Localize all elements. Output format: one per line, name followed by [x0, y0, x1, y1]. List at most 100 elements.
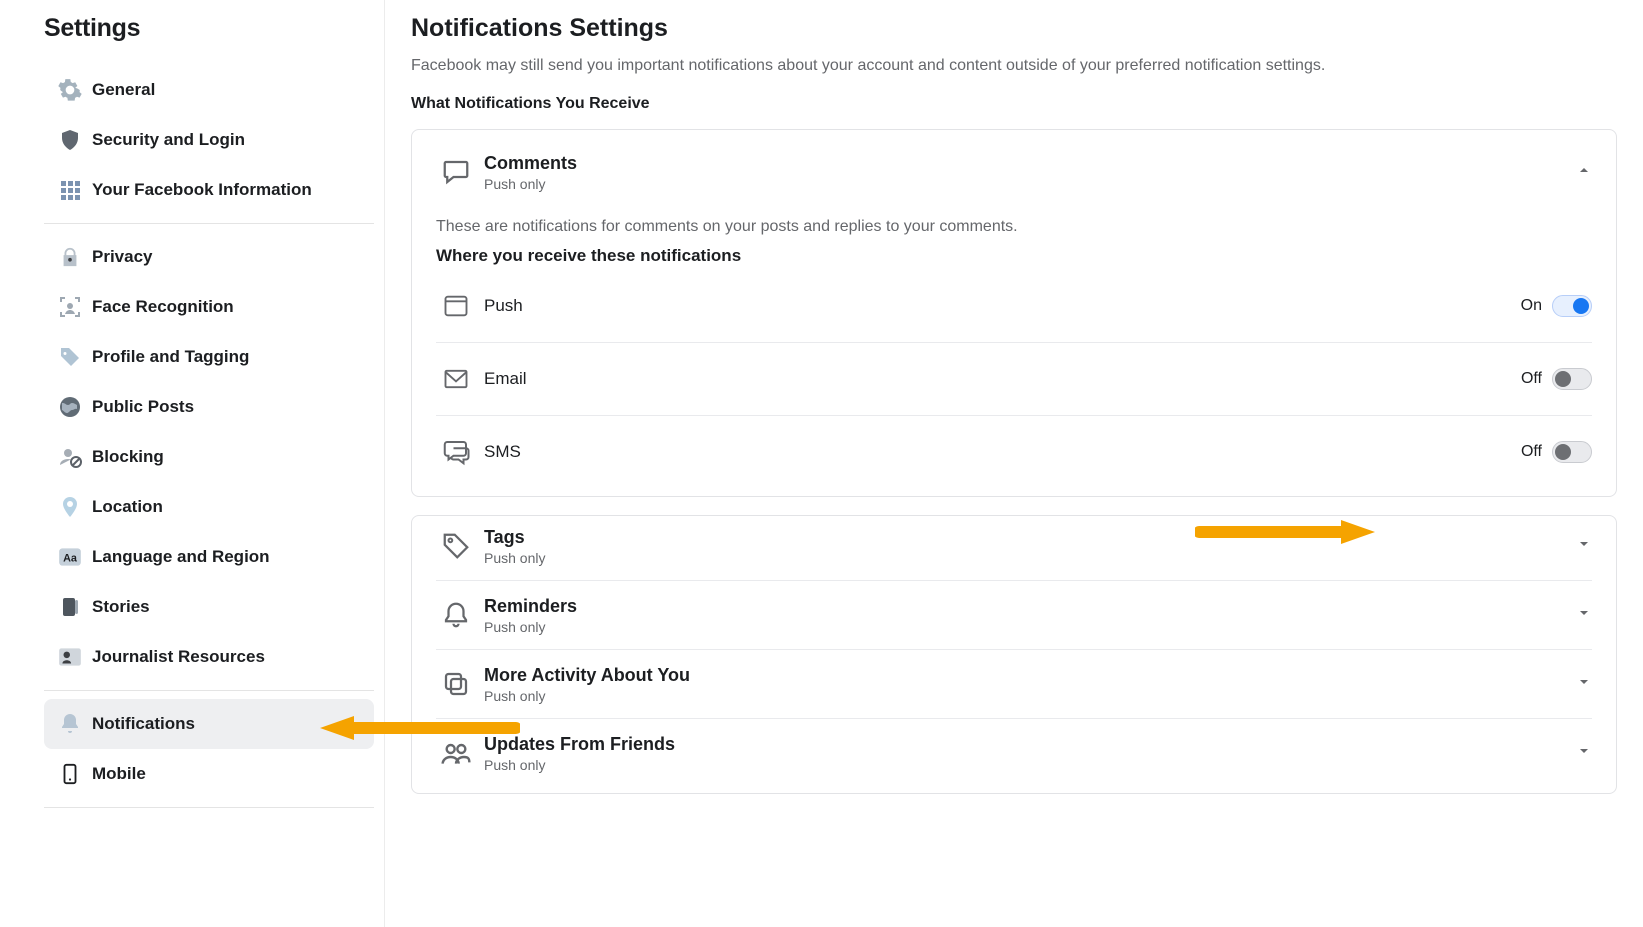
comment-icon	[436, 152, 476, 192]
stories-icon	[54, 591, 86, 623]
sidebar-item-privacy[interactable]: Privacy	[44, 232, 374, 282]
sidebar-item-language[interactable]: Aa Language and Region	[44, 532, 374, 582]
sidebar-item-notifications[interactable]: Notifications	[44, 699, 374, 749]
category-title: Reminders	[484, 596, 1576, 617]
sidebar-item-label: Notifications	[92, 714, 195, 734]
category-text-block: Tags Push only	[484, 527, 1576, 566]
channel-label: Push	[484, 296, 1521, 316]
sidebar-item-public[interactable]: Public Posts	[44, 382, 374, 432]
category-text-block: Comments Push only	[484, 153, 1576, 192]
sidebar-item-label: Stories	[92, 597, 150, 617]
category-row-more-activity[interactable]: More Activity About You Push only	[436, 649, 1592, 718]
location-pin-icon	[54, 491, 86, 523]
main-content: Notifications Settings Facebook may stil…	[385, 0, 1643, 927]
sidebar-item-label: Profile and Tagging	[92, 347, 249, 367]
comments-header-row[interactable]: Comments Push only	[436, 148, 1592, 206]
category-subtitle: Push only	[484, 688, 1576, 704]
sidebar-item-general[interactable]: General	[44, 65, 374, 115]
sidebar-item-location[interactable]: Location	[44, 482, 374, 532]
chevron-down-icon	[1576, 605, 1592, 626]
phone-icon	[54, 758, 86, 790]
people-icon	[436, 733, 476, 773]
chevron-up-icon	[1576, 162, 1592, 183]
tag-outline-icon	[436, 526, 476, 566]
gear-icon	[54, 74, 86, 106]
block-user-icon	[54, 441, 86, 473]
sidebar-item-label: Language and Region	[92, 547, 270, 567]
sidebar-item-mobile[interactable]: Mobile	[44, 749, 374, 799]
sidebar-item-stories[interactable]: Stories	[44, 582, 374, 632]
chevron-down-icon	[1576, 536, 1592, 557]
category-subtitle: Push only	[484, 176, 1576, 192]
sidebar-group-2: Notifications Mobile	[44, 695, 374, 803]
comments-description: These are notifications for comments on …	[436, 218, 1592, 236]
sidebar-item-label: General	[92, 80, 155, 100]
section-header: What Notifications You Receive	[411, 95, 1617, 113]
category-text-block: More Activity About You Push only	[484, 665, 1576, 704]
sidebar-item-fbinfo[interactable]: Your Facebook Information	[44, 165, 374, 215]
sidebar-item-face[interactable]: Face Recognition	[44, 282, 374, 332]
sidebar-item-label: Blocking	[92, 447, 164, 467]
shield-icon	[54, 124, 86, 156]
channel-label: Email	[484, 369, 1521, 389]
category-title: Comments	[484, 153, 1576, 174]
globe-icon	[54, 391, 86, 423]
email-toggle[interactable]	[1552, 368, 1592, 390]
language-icon: Aa	[54, 541, 86, 573]
app-layout: Settings General Security and Login Your…	[0, 0, 1643, 927]
sidebar-item-label: Face Recognition	[92, 297, 234, 317]
tag-icon	[54, 341, 86, 373]
sidebar-divider	[44, 223, 374, 224]
grid-icon	[54, 174, 86, 206]
lock-icon	[54, 241, 86, 273]
page-description: Facebook may still send you important no…	[411, 57, 1617, 75]
category-text-block: Reminders Push only	[484, 596, 1576, 635]
svg-text:Aa: Aa	[63, 552, 78, 564]
sidebar-item-blocking[interactable]: Blocking	[44, 432, 374, 482]
channel-row-sms: SMS Off	[436, 416, 1592, 478]
sidebar-item-journalist[interactable]: Journalist Resources	[44, 632, 374, 682]
category-title: Updates From Friends	[484, 734, 1576, 755]
category-subtitle: Push only	[484, 619, 1576, 635]
category-text-block: Updates From Friends Push only	[484, 734, 1576, 773]
sidebar-item-profile[interactable]: Profile and Tagging	[44, 332, 374, 382]
sidebar-item-security[interactable]: Security and Login	[44, 115, 374, 165]
push-toggle[interactable]	[1552, 295, 1592, 317]
category-row-reminders[interactable]: Reminders Push only	[436, 580, 1592, 649]
chevron-down-icon	[1576, 674, 1592, 695]
sidebar-item-label: Privacy	[92, 247, 153, 267]
email-icon	[436, 359, 476, 399]
sidebar-item-label: Location	[92, 497, 163, 517]
newspaper-icon	[54, 641, 86, 673]
settings-sidebar: Settings General Security and Login Your…	[0, 0, 385, 927]
channel-label: SMS	[484, 442, 1521, 462]
channel-state: Off	[1521, 443, 1542, 461]
category-subtitle: Push only	[484, 757, 1576, 773]
sidebar-item-label: Journalist Resources	[92, 647, 265, 667]
where-receive-title: Where you receive these notifications	[436, 246, 1592, 266]
channel-state: On	[1521, 297, 1542, 315]
channel-row-push: Push On	[436, 270, 1592, 343]
copy-icon	[436, 664, 476, 704]
bell-icon	[54, 708, 86, 740]
face-scan-icon	[54, 291, 86, 323]
channel-state: Off	[1521, 370, 1542, 388]
sidebar-group-0: General Security and Login Your Facebook…	[44, 61, 374, 219]
page-title: Notifications Settings	[411, 14, 1617, 43]
sidebar-item-label: Mobile	[92, 764, 146, 784]
sidebar-item-label: Your Facebook Information	[92, 180, 312, 200]
sidebar-item-label: Security and Login	[92, 130, 245, 150]
category-subtitle: Push only	[484, 550, 1576, 566]
sidebar-item-label: Public Posts	[92, 397, 194, 417]
sidebar-divider	[44, 690, 374, 691]
sidebar-title: Settings	[44, 14, 374, 43]
category-row-tags[interactable]: Tags Push only	[436, 522, 1592, 580]
browser-icon	[436, 286, 476, 326]
sms-toggle[interactable]	[1552, 441, 1592, 463]
category-title: More Activity About You	[484, 665, 1576, 686]
category-title: Tags	[484, 527, 1576, 548]
category-row-updates-friends[interactable]: Updates From Friends Push only	[436, 718, 1592, 787]
bell-outline-icon	[436, 595, 476, 635]
channel-row-email: Email Off	[436, 343, 1592, 416]
comments-card: Comments Push only These are notificatio…	[411, 129, 1617, 497]
